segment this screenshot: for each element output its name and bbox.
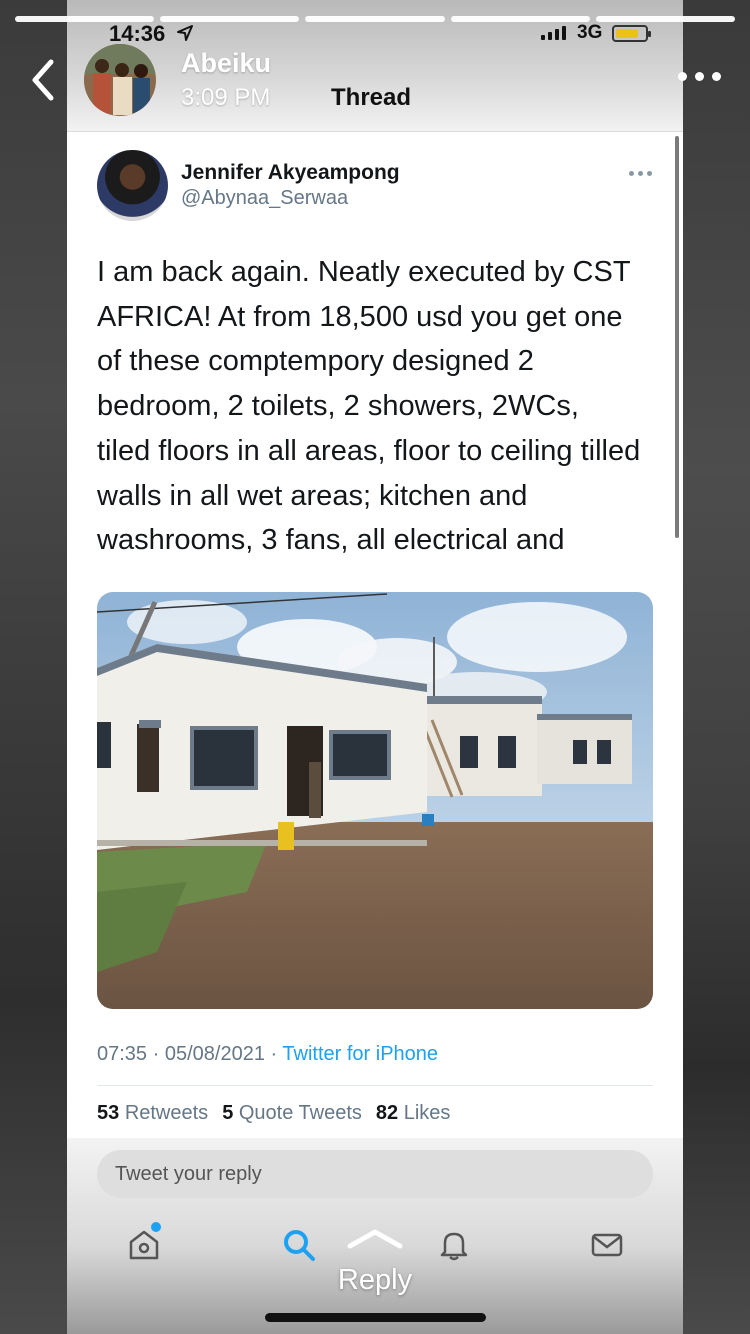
tweet-text-line: AFRICA! At from 18,500 usd you get one: [97, 300, 623, 333]
author-handle: @Abynaa_Serwaa: [181, 187, 349, 209]
location-arrow-icon: [177, 25, 193, 41]
tweet-more-icon: [629, 171, 652, 176]
tweet-text-line: of these comptempory designed 2: [97, 345, 534, 378]
author-avatar[interactable]: [97, 150, 168, 221]
quote-tweets-stat[interactable]: 5 Quote Tweets: [222, 1102, 362, 1125]
home-notification-dot: [151, 1222, 161, 1232]
notifications-icon[interactable]: [437, 1228, 471, 1262]
home-icon[interactable]: [127, 1228, 161, 1262]
progress-segment: [595, 16, 736, 22]
thread-title: Thread: [331, 84, 412, 111]
retweets-stat[interactable]: 53 Retweets: [97, 1102, 208, 1125]
tweet-timestamp: 07:35 · 05/08/2021 · Twitter for iPhone: [97, 1043, 439, 1065]
story-posted-time: 3:09 PM: [181, 84, 271, 111]
divider: [97, 1085, 653, 1086]
more-options-icon[interactable]: [678, 72, 721, 81]
scrollbar: [675, 136, 679, 538]
progress-segment: [305, 16, 445, 22]
search-icon[interactable]: [282, 1228, 316, 1262]
background-left: [0, 0, 67, 1334]
tweet-text-line: walls in all wet areas; kitchen and: [97, 479, 528, 512]
progress-segment: [450, 16, 590, 22]
tweet-source-link[interactable]: Twitter for iPhone: [282, 1043, 438, 1065]
messages-icon[interactable]: [590, 1228, 624, 1262]
progress-segment: [160, 16, 300, 22]
tweet-stats: 53 Retweets 5 Quote Tweets 82 Likes: [97, 1102, 450, 1125]
back-chevron-icon[interactable]: [26, 56, 60, 104]
background-right: [683, 0, 750, 1334]
story-user-name[interactable]: Abeiku: [181, 48, 271, 79]
tweet-text-line: bedroom, 2 toilets, 2 showers, 2WCs,: [97, 390, 579, 423]
tweet-photo-houses: [97, 592, 653, 1009]
likes-stat[interactable]: 82 Likes: [376, 1102, 451, 1125]
battery-icon: [612, 25, 651, 42]
tweet-text-line: I am back again. Neatly executed by CST: [97, 256, 631, 288]
tweet-text-line: washrooms, 3 fans, all electrical and: [97, 524, 565, 557]
tweet-text: I am back again. Neatly executed by CST …: [97, 250, 662, 563]
signal-icon: [541, 26, 566, 40]
story-reply-button[interactable]: Reply: [0, 1264, 750, 1297]
author-name: Jennifer Akyeampong: [181, 161, 400, 184]
home-indicator: [265, 1313, 486, 1322]
tweet-reply-input[interactable]: Tweet your reply: [97, 1150, 653, 1198]
tweet-text-line: tiled floors in all areas, floor to ceil…: [97, 434, 641, 467]
story-avatar[interactable]: [84, 44, 156, 116]
chevron-up-icon[interactable]: [346, 1226, 404, 1252]
network-type: 3G: [577, 22, 603, 43]
